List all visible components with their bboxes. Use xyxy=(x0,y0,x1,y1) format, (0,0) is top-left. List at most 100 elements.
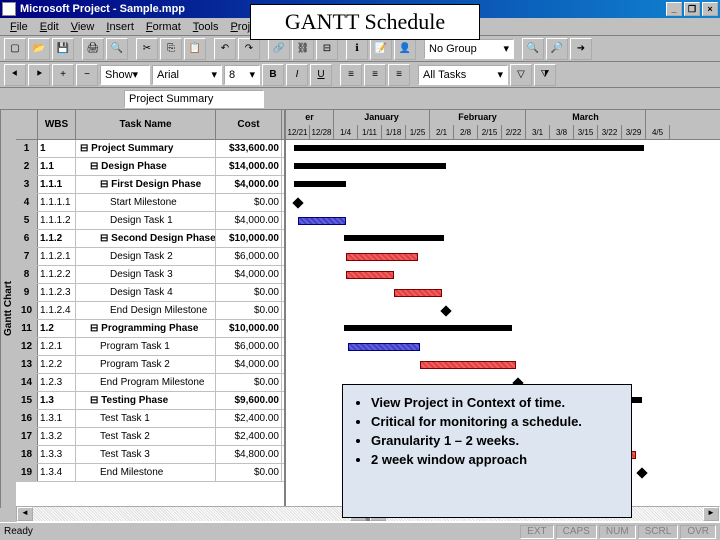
table-row[interactable]: 51.1.1.2Design Task 1$4,000.00 xyxy=(16,212,284,230)
note-item: 2 week window approach xyxy=(371,452,619,467)
gantt-bar[interactable] xyxy=(636,467,647,478)
table-row[interactable]: 171.3.2Test Task 2$2,400.00 xyxy=(16,428,284,446)
filter-icon[interactable]: ⧩ xyxy=(534,64,556,86)
show-select[interactable]: Show ▾ xyxy=(100,65,150,85)
table-row[interactable]: 21.1⊟ Design Phase$14,000.00 xyxy=(16,158,284,176)
unlink-button[interactable]: ⛓ xyxy=(292,38,314,60)
table-row[interactable]: 31.1.1⊟ First Design Phase$4,000.00 xyxy=(16,176,284,194)
filter-select[interactable]: All Tasks▾ xyxy=(418,65,508,85)
undo-button[interactable]: ↶ xyxy=(214,38,236,60)
indent-button[interactable]: ⯈ xyxy=(28,64,50,86)
day-header: 12/21 xyxy=(286,125,310,140)
gantt-bar[interactable] xyxy=(294,163,446,169)
table-row[interactable]: 61.1.2⊟ Second Design Phase$10,000.00 xyxy=(16,230,284,248)
gantt-bar[interactable] xyxy=(292,197,303,208)
note-item: Granularity 1 – 2 weeks. xyxy=(371,433,619,448)
info-button[interactable]: ℹ xyxy=(346,38,368,60)
table-row[interactable]: 141.2.3End Program Milestone$0.00 xyxy=(16,374,284,392)
cut-button[interactable]: ✂ xyxy=(136,38,158,60)
table-row[interactable]: 191.3.4End Milestone$0.00 xyxy=(16,464,284,482)
outdent-button[interactable]: ⯇ xyxy=(4,64,26,86)
underline-button[interactable]: U xyxy=(310,64,332,86)
gantt-bar[interactable] xyxy=(298,217,346,225)
autofilter-button[interactable]: ▽ xyxy=(510,64,532,86)
menu-file[interactable]: File xyxy=(4,19,34,35)
overlay-notes: View Project in Context of time.Critical… xyxy=(342,384,632,518)
gantt-bar[interactable] xyxy=(346,253,418,261)
note-item: View Project in Context of time. xyxy=(371,395,619,410)
status-bar: Ready EXTCAPSNUMSCRLOVR xyxy=(0,522,720,540)
maximize-button[interactable]: ❐ xyxy=(684,2,700,16)
col-wbs[interactable]: WBS xyxy=(38,110,76,139)
gantt-bar[interactable] xyxy=(344,235,444,241)
gantt-bar[interactable] xyxy=(344,325,512,331)
paste-button[interactable]: 📋 xyxy=(184,38,206,60)
menu-view[interactable]: View xyxy=(65,19,101,35)
name-field[interactable] xyxy=(124,90,264,108)
save-button[interactable]: 💾 xyxy=(52,38,74,60)
view-tab-gantt[interactable]: Gantt Chart xyxy=(0,110,16,508)
table-row[interactable]: 11⊟ Project Summary$33,600.00 xyxy=(16,140,284,158)
menu-insert[interactable]: Insert xyxy=(100,19,140,35)
menu-tools[interactable]: Tools xyxy=(187,19,225,35)
expand-button[interactable]: + xyxy=(52,64,74,86)
day-header: 2/15 xyxy=(478,125,502,140)
align-left-button[interactable]: ≡ xyxy=(340,64,362,86)
open-button[interactable]: 📂 xyxy=(28,38,50,60)
table-row[interactable]: 151.3⊟ Testing Phase$9,600.00 xyxy=(16,392,284,410)
italic-button[interactable]: I xyxy=(286,64,308,86)
status-text: Ready xyxy=(4,526,33,537)
bold-button[interactable]: B xyxy=(262,64,284,86)
menu-format[interactable]: Format xyxy=(140,19,187,35)
table-row[interactable]: 91.1.2.3Design Task 4$0.00 xyxy=(16,284,284,302)
redo-button[interactable]: ↷ xyxy=(238,38,260,60)
goto-button[interactable]: ➜ xyxy=(570,38,592,60)
link-button[interactable]: 🔗 xyxy=(268,38,290,60)
table-row[interactable]: 181.3.3Test Task 3$4,800.00 xyxy=(16,446,284,464)
minimize-button[interactable]: _ xyxy=(666,2,682,16)
table-row[interactable]: 81.1.2.2Design Task 3$4,000.00 xyxy=(16,266,284,284)
zoom-in-button[interactable]: 🔍 xyxy=(522,38,544,60)
table-row[interactable]: 101.1.2.4End Design Milestone$0.00 xyxy=(16,302,284,320)
task-grid: WBS Task Name Cost 11⊟ Project Summary$3… xyxy=(16,110,286,508)
close-button[interactable]: × xyxy=(702,2,718,16)
table-row[interactable]: 161.3.1Test Task 1$2,400.00 xyxy=(16,410,284,428)
font-select[interactable]: Arial▾ xyxy=(152,65,222,85)
print-button[interactable]: 🖨 xyxy=(82,38,104,60)
align-right-button[interactable]: ≡ xyxy=(388,64,410,86)
table-row[interactable]: 111.2⊟ Programming Phase$10,000.00 xyxy=(16,320,284,338)
collapse-button[interactable]: − xyxy=(76,64,98,86)
day-header: 1/18 xyxy=(382,125,406,140)
table-row[interactable]: 71.1.2.1Design Task 2$6,000.00 xyxy=(16,248,284,266)
split-button[interactable]: ⊟ xyxy=(316,38,338,60)
status-cell: NUM xyxy=(599,525,636,539)
new-button[interactable]: ▢ xyxy=(4,38,26,60)
month-header: February xyxy=(430,110,526,125)
scroll-left-icon[interactable]: ◄ xyxy=(17,507,33,521)
group-select[interactable]: No Group▾ xyxy=(424,39,514,59)
menu-edit[interactable]: Edit xyxy=(34,19,65,35)
note-button[interactable]: 📝 xyxy=(370,38,392,60)
col-num[interactable] xyxy=(16,110,38,139)
day-header: 3/22 xyxy=(598,125,622,140)
gantt-bar[interactable] xyxy=(420,361,516,369)
gantt-bar[interactable] xyxy=(294,145,644,151)
align-center-button[interactable]: ≡ xyxy=(364,64,386,86)
col-task[interactable]: Task Name xyxy=(76,110,216,139)
scroll-right-icon[interactable]: ► xyxy=(703,507,719,521)
gantt-bar[interactable] xyxy=(294,181,346,187)
copy-button[interactable]: ⎘ xyxy=(160,38,182,60)
assign-button[interactable]: 👤 xyxy=(394,38,416,60)
table-row[interactable]: 121.2.1Program Task 1$6,000.00 xyxy=(16,338,284,356)
app-icon xyxy=(2,2,16,16)
table-row[interactable]: 131.2.2Program Task 2$4,000.00 xyxy=(16,356,284,374)
table-row[interactable]: 41.1.1.1Start Milestone$0.00 xyxy=(16,194,284,212)
gantt-bar[interactable] xyxy=(346,271,394,279)
zoom-out-button[interactable]: 🔎 xyxy=(546,38,568,60)
gantt-bar[interactable] xyxy=(394,289,442,297)
preview-button[interactable]: 🔍 xyxy=(106,38,128,60)
col-cost[interactable]: Cost xyxy=(216,110,282,139)
gantt-bar[interactable] xyxy=(348,343,420,351)
size-select[interactable]: 8▾ xyxy=(224,65,260,85)
gantt-bar[interactable] xyxy=(440,305,451,316)
